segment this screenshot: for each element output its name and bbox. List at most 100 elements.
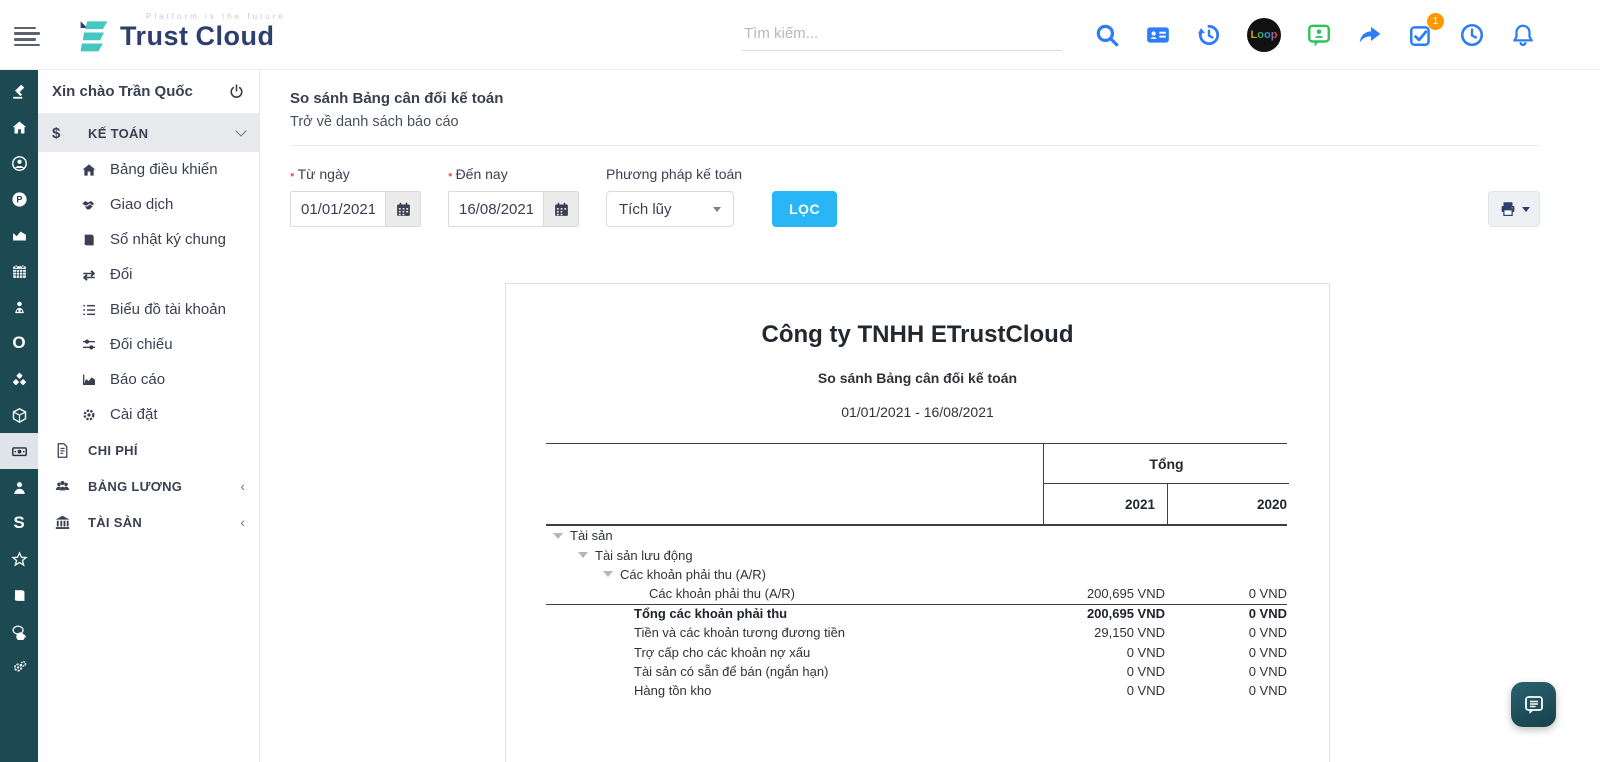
- chevron-left-icon: ‹: [240, 514, 245, 530]
- column-group-total: Tổng: [1043, 444, 1289, 484]
- rail-s-icon[interactable]: S: [0, 505, 38, 541]
- swap-arrows-icon: ⇄: [78, 266, 100, 284]
- brand-name: TrustCloud: [120, 21, 286, 52]
- report-company-name: Công ty TNHH ETrustCloud: [506, 321, 1329, 349]
- logout-power-icon[interactable]: [228, 83, 245, 100]
- rail-gears-icon[interactable]: [0, 649, 38, 685]
- caret-down-icon: [713, 207, 721, 212]
- to-date-input[interactable]: [448, 191, 543, 227]
- column-header-2020: 2020: [1167, 484, 1289, 524]
- rail-hr-person-icon[interactable]: [0, 289, 38, 325]
- from-date-label: Từ ngày: [298, 166, 350, 182]
- chevron-down-icon: [235, 125, 246, 136]
- chevron-left-icon: ‹: [240, 478, 245, 494]
- sidebar-item-settings[interactable]: Cài đặt: [38, 397, 259, 432]
- filter-button[interactable]: LỌC: [772, 191, 837, 227]
- calendar-icon: [553, 201, 570, 218]
- logo-e-icon: [74, 18, 114, 58]
- contact-card-icon[interactable]: [1145, 22, 1171, 48]
- search-input[interactable]: [742, 19, 1062, 51]
- table-row: Trợ cấp cho các khoản nợ xấu 0 VND 0 VND: [546, 642, 1287, 661]
- icon-rail: P O S: [0, 70, 38, 762]
- printer-icon: [1499, 200, 1517, 218]
- brand-tagline: Platform is the future: [146, 12, 286, 21]
- balance-sheet-table: Tổng 2021 2020 Tài sản Tài sản lưu động: [546, 443, 1287, 701]
- table-row-total: Tổng các khoản phải thu 200,695 VND 0 VN…: [546, 604, 1287, 623]
- report-card: Công ty TNHH ETrustCloud So sánh Bảng câ…: [505, 283, 1330, 762]
- from-date-calendar-button[interactable]: [385, 191, 421, 227]
- sidebar-item-reconciliation[interactable]: Đối chiếu: [38, 327, 259, 362]
- menu-toggle-icon[interactable]: [14, 27, 40, 47]
- user-avatar[interactable]: Loop: [1247, 18, 1281, 52]
- report-title: So sánh Bảng cân đối kế toán: [506, 370, 1329, 386]
- sidebar-item-chart-of-accounts[interactable]: Biểu đồ tài khoản: [38, 292, 259, 327]
- method-label: Phương pháp kế toán: [606, 166, 742, 182]
- notifications-bell-icon[interactable]: [1510, 22, 1536, 48]
- sidebar-item-reports[interactable]: Báo cáo: [38, 362, 259, 397]
- sidebar: Xin chào Trần Quốc $ KẾ TOÁN Bảng điều k…: [38, 70, 260, 762]
- table-row: Tiền và các khoản tương đương tiền 29,15…: [546, 623, 1287, 642]
- search-icon[interactable]: [1094, 22, 1120, 48]
- brand-logo: Platform is the future TrustCloud: [74, 12, 286, 58]
- sidebar-item-general-journal[interactable]: Sổ nhật ký chung: [38, 222, 259, 257]
- report-chart-icon: [78, 372, 100, 388]
- tasks-icon[interactable]: 1: [1408, 22, 1434, 48]
- sidebar-item-dashboard[interactable]: Bảng điều khiển: [38, 152, 259, 187]
- to-date-calendar-button[interactable]: [543, 191, 579, 227]
- greeting-text: Xin chào Trần Quốc: [52, 83, 228, 100]
- rail-chart-icon[interactable]: [0, 217, 38, 253]
- handshake-icon: [78, 197, 100, 213]
- support-chat-button[interactable]: [1511, 682, 1556, 727]
- rail-box-icon[interactable]: [0, 397, 38, 433]
- sidebar-item-accounting[interactable]: $ KẾ TOÁN: [38, 114, 259, 152]
- app: Platform is the future TrustCloud Loop: [0, 0, 1600, 762]
- rail-auction-icon[interactable]: [0, 73, 38, 109]
- tasks-badge: 1: [1427, 13, 1444, 30]
- rail-p-icon[interactable]: P: [0, 181, 38, 217]
- sidebar-item-exchange[interactable]: ⇄ Đổi: [38, 257, 259, 292]
- list-icon: [78, 302, 100, 318]
- feedback-chat-icon[interactable]: [1306, 22, 1332, 48]
- rail-book-icon[interactable]: [0, 577, 38, 613]
- gear-icon: [78, 407, 100, 423]
- main-content: So sánh Bảng cân đối kế toán Trở về danh…: [260, 70, 1600, 762]
- rail-person-icon[interactable]: [0, 469, 38, 505]
- history-icon[interactable]: [1196, 22, 1222, 48]
- sidebar-item-assets[interactable]: TÀI SẢN ‹: [38, 504, 259, 540]
- svg-text:P: P: [16, 194, 22, 204]
- table-row: Các khoản phải thu (A/R): [546, 565, 1287, 584]
- rail-star-icon[interactable]: [0, 541, 38, 577]
- table-row: Tài sản: [546, 526, 1287, 545]
- from-date-input[interactable]: [290, 191, 385, 227]
- back-to-reports-link[interactable]: Trở về danh sách báo cáo: [290, 114, 459, 130]
- rail-calendar-icon[interactable]: [0, 253, 38, 289]
- sidebar-item-expenses[interactable]: CHI PHÍ: [38, 432, 259, 468]
- document-icon: [52, 442, 72, 459]
- rail-cubes-icon[interactable]: [0, 361, 38, 397]
- collapse-triangle-icon[interactable]: [578, 552, 588, 558]
- rail-money-icon-active[interactable]: [0, 433, 38, 469]
- sidebar-item-transactions[interactable]: Giao dịch: [38, 187, 259, 222]
- accounting-method-select[interactable]: Tích lũy: [606, 191, 734, 227]
- collapse-triangle-icon[interactable]: [603, 571, 613, 577]
- to-date-label: Đến nay: [456, 166, 508, 182]
- clock-icon[interactable]: [1459, 22, 1485, 48]
- table-row: Hàng tồn kho 0 VND 0 VND: [546, 681, 1287, 700]
- table-row: Tài sản có sẵn để bán (ngắn hạn) 0 VND 0…: [546, 662, 1287, 681]
- users-icon: [52, 478, 72, 495]
- bank-icon: [52, 514, 72, 531]
- report-period: 01/01/2021 - 16/08/2021: [506, 404, 1329, 420]
- rail-chat-bubbles-icon[interactable]: [0, 613, 38, 649]
- page-title: So sánh Bảng cân đối kế toán: [290, 90, 1570, 107]
- caret-down-icon: [1522, 207, 1530, 212]
- dollar-icon: $: [52, 125, 72, 142]
- print-button[interactable]: [1488, 191, 1540, 227]
- rail-home-icon[interactable]: [0, 109, 38, 145]
- table-row: Tài sản lưu động: [546, 545, 1287, 564]
- table-row: Các khoản phải thu (A/R) 200,695 VND 0 V…: [546, 584, 1287, 603]
- collapse-triangle-icon[interactable]: [553, 533, 563, 539]
- rail-o-icon[interactable]: O: [0, 325, 38, 361]
- share-icon[interactable]: [1357, 22, 1383, 48]
- sidebar-item-payroll[interactable]: BẢNG LƯƠNG ‹: [38, 468, 259, 504]
- rail-user-circle-icon[interactable]: [0, 145, 38, 181]
